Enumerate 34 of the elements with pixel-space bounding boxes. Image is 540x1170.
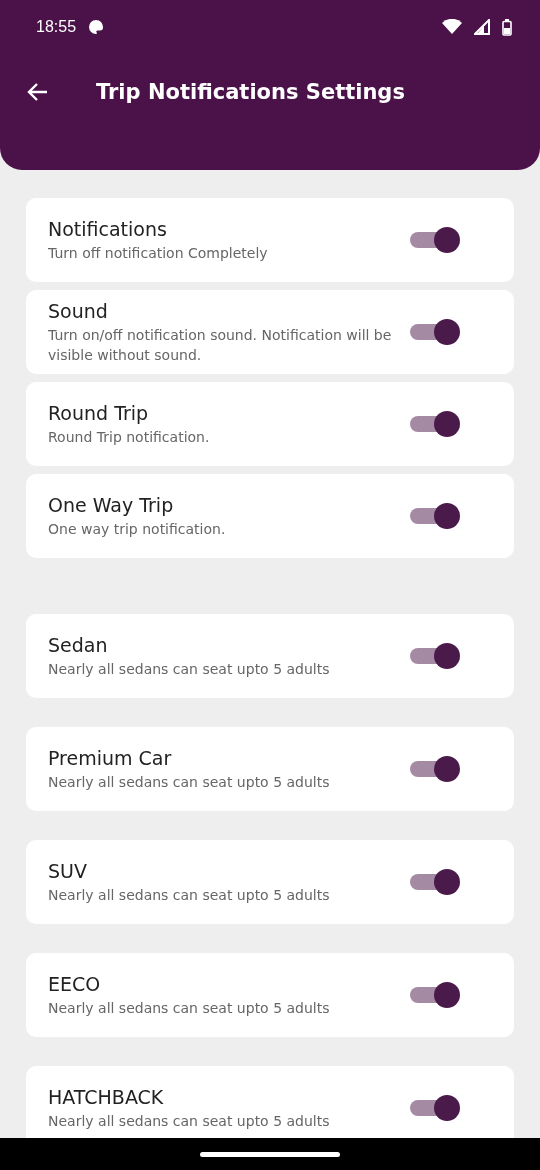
setting-description: Nearly all sedans can seat upto 5 adults [48,886,331,905]
setting-description: Nearly all sedans can seat upto 5 adults [48,660,331,679]
setting-title: Premium Car [48,746,173,770]
setting-description: Nearly all sedans can seat upto 5 adults [48,1112,331,1131]
wifi-icon [442,19,462,35]
setting-title: Notifications [48,217,168,241]
setting-description: Turn on/off notification sound. Notification will be visible without sound. [48,326,393,365]
setting-title: Sedan [48,633,109,657]
setting-description: Nearly all sedans can seat upto 5 adults [48,999,331,1018]
toggle-switch[interactable] [408,409,460,439]
toggle-switch[interactable] [408,225,460,255]
setting-title: One Way Trip [48,493,175,517]
toggle-switch[interactable] [408,1093,460,1123]
setting-title: EECO [48,972,102,996]
page-title: Trip Notifications Settings [96,80,405,104]
setting-description: Nearly all sedans can seat upto 5 adults [48,773,331,792]
toggle-switch[interactable] [408,980,460,1010]
setting-description: One way trip notification. [48,520,227,539]
battery-icon [502,18,512,36]
setting-title: HATCHBACK [48,1085,165,1109]
toggle-switch[interactable] [408,641,460,671]
notification-icon [88,19,105,35]
toggle-switch[interactable] [408,317,460,347]
setting-title: Sound [48,299,109,323]
toggle-switch[interactable] [408,867,460,897]
setting-description: Turn off notification Completely [48,244,269,263]
home-handle[interactable] [200,1151,340,1157]
setting-title: SUV [48,859,88,883]
signal-icon [474,19,490,35]
toggle-switch[interactable] [408,501,460,531]
setting-title: Round Trip [48,401,150,425]
setting-description: Round Trip notification. [48,428,211,447]
status-time: 18:55 [36,18,77,36]
toggle-switch[interactable] [408,754,460,784]
